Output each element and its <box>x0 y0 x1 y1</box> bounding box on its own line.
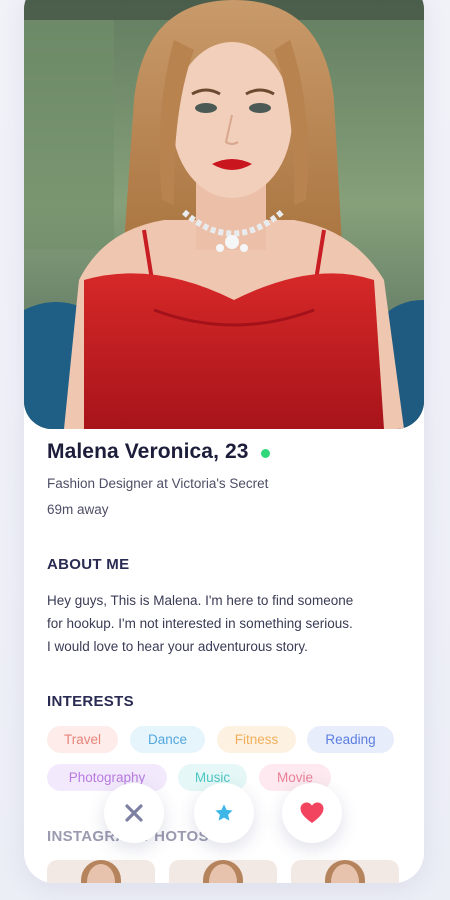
interests-title: INTERESTS <box>47 693 134 710</box>
profile-header: Malena Veronica, 23 <box>47 440 270 464</box>
profile-job: Fashion Designer at Victoria's Secret <box>47 476 269 491</box>
about-line: I would love to hear your adventurous st… <box>47 639 308 654</box>
about-line: for hookup. I'm not interested in someth… <box>47 616 353 631</box>
profile-photo-illustration <box>24 0 424 429</box>
star-icon <box>215 804 233 821</box>
about-title: ABOUT ME <box>47 556 130 573</box>
superlike-button[interactable] <box>194 783 254 843</box>
online-status-dot <box>260 448 270 458</box>
about-line: Hey guys, This is Malena. I'm here to fi… <box>47 593 354 608</box>
interest-tag-fitness[interactable]: Fitness <box>217 726 296 753</box>
instagram-photo[interactable] <box>169 860 277 883</box>
close-icon <box>125 804 143 822</box>
profile-name: Malena Veronica, 23 <box>47 440 249 463</box>
instagram-photo[interactable] <box>291 860 399 883</box>
profile-photo[interactable] <box>24 0 424 429</box>
heart-icon <box>300 802 324 823</box>
dislike-button[interactable] <box>104 783 164 843</box>
profile-screen: Malena Veronica, 23 Fashion Designer at … <box>0 0 450 900</box>
instagram-photo[interactable] <box>47 860 155 883</box>
interest-tag-travel[interactable]: Travel <box>47 726 118 753</box>
profile-card[interactable]: Malena Veronica, 23 Fashion Designer at … <box>24 0 424 883</box>
interest-tag-dance[interactable]: Dance <box>130 726 205 753</box>
about-text: Hey guys, This is Malena. I'm here to fi… <box>47 589 407 658</box>
like-button[interactable] <box>282 783 342 843</box>
interest-tag-reading[interactable]: Reading <box>307 726 394 753</box>
profile-distance: 69m away <box>47 502 109 517</box>
